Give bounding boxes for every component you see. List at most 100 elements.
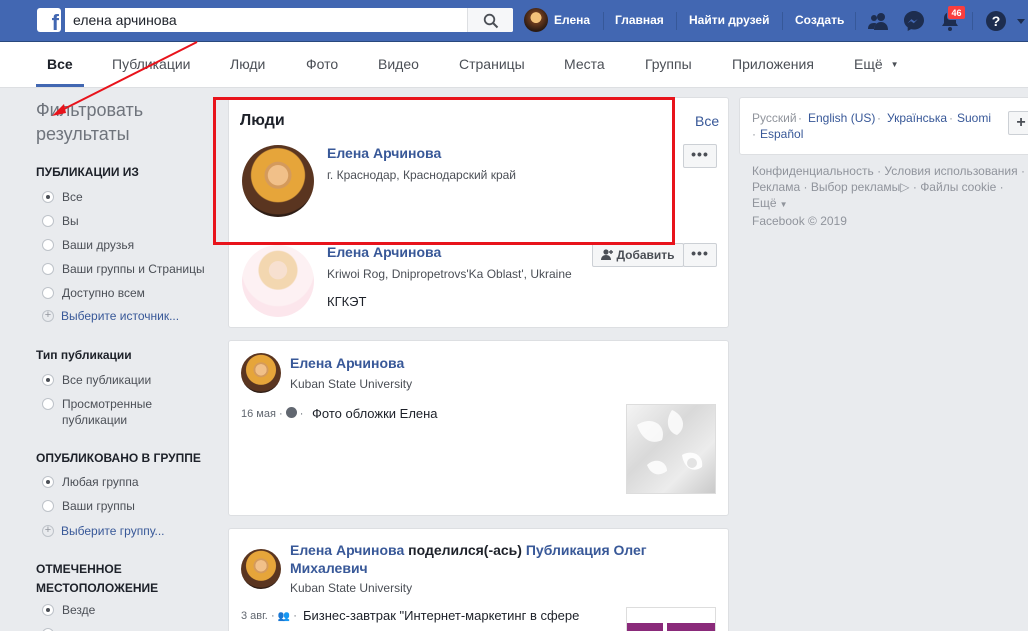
divider (676, 12, 677, 30)
divider (855, 12, 856, 30)
filter-option-label: Ваши друзья (62, 238, 135, 252)
divider (782, 12, 783, 30)
person-workplace: КГКЭТ (327, 294, 367, 309)
author-avatar[interactable] (241, 549, 281, 589)
home-link[interactable]: Главная (615, 0, 664, 42)
tab-photos[interactable]: Фото (306, 42, 338, 88)
thumbnail-purple-block (667, 623, 715, 631)
help-icon[interactable]: ? (984, 9, 1008, 33)
footer-link[interactable]: Условия использования (884, 164, 1017, 178)
active-tab-indicator (36, 84, 84, 87)
separator-dot: · (996, 180, 1004, 194)
author-name-link[interactable]: Елена Арчинова (290, 355, 404, 371)
separator-dot: · (877, 111, 881, 125)
annotation-highlight-frame (213, 97, 675, 245)
radio-icon (42, 239, 54, 251)
notifications-count-badge: 46 (947, 5, 966, 20)
separator-dot: · (299, 408, 304, 420)
friend-requests-icon[interactable] (866, 9, 890, 33)
footer-link[interactable]: Реклама (752, 180, 800, 194)
filter-option-label: Ваши группы (62, 499, 135, 513)
svg-text:?: ? (992, 13, 1001, 29)
tab-people[interactable]: Люди (230, 42, 265, 88)
filters-title: Фильтровать результаты (36, 100, 144, 144)
footer-link[interactable]: Выбор рекламы (811, 180, 900, 194)
post-text: Бизнес-завтрак "Интернет-маркетинг в сфе… (303, 608, 580, 623)
author-subtitle: Kuban State University (290, 377, 413, 391)
post-card: Елена Арчинова Kuban State University 16… (228, 340, 729, 516)
find-friends-link[interactable]: Найти друзей (689, 0, 769, 42)
radio-icon (42, 263, 54, 275)
radio-selected-icon (42, 604, 54, 616)
person-location: Kriwoi Rog, Dnipropetrovs'Ka Oblast', Uk… (327, 267, 572, 281)
posts-from-heading: ПУБЛИКАЦИИ ИЗ (36, 165, 139, 179)
language-link[interactable]: Suomi (957, 111, 991, 125)
separator-dot: · (800, 180, 811, 194)
separator-dot: · (752, 127, 756, 141)
add-language-button[interactable]: + (1008, 111, 1028, 135)
more-options-button[interactable]: ••• (683, 144, 717, 168)
facebook-logo-icon[interactable]: f (37, 8, 61, 32)
tab-more[interactable]: Ещё ▼ (854, 42, 899, 88)
tab-all[interactable]: Все (47, 42, 73, 88)
search-button[interactable] (467, 8, 513, 32)
person-name-link[interactable]: Елена Арчинова (327, 244, 441, 260)
messenger-icon[interactable] (902, 9, 926, 33)
filter-option-label: Вы (62, 214, 79, 228)
separator-dot: · (909, 180, 921, 194)
separator-dot: · (949, 111, 953, 125)
user-avatar[interactable] (524, 8, 548, 32)
separator-dot: · (293, 610, 297, 622)
see-all-people-link[interactable]: Все (695, 113, 719, 129)
tab-groups[interactable]: Группы (645, 42, 692, 88)
caret-down-icon: ▼ (779, 200, 788, 209)
tab-pages[interactable]: Страницы (459, 42, 525, 88)
ad-choices-icon: ▷ (900, 180, 910, 194)
separator-dot: · (279, 408, 286, 420)
plus-circle-icon: + (42, 310, 54, 322)
footer-link[interactable]: Ещё (752, 196, 777, 210)
add-friend-button[interactable]: Добавить (592, 243, 684, 267)
post-card: Елена Арчинова поделился(-ась) Публикаци… (228, 528, 729, 631)
search-box (65, 8, 513, 32)
post-date[interactable]: 3 авг. (241, 610, 268, 622)
thumbnail-purple-block (627, 623, 663, 631)
tab-posts[interactable]: Публикации (112, 42, 190, 88)
footer-row: Ещё ▼ (752, 195, 1028, 213)
more-options-button[interactable]: ••• (683, 243, 717, 267)
author-name-link[interactable]: Елена Арчинова (290, 542, 404, 558)
post-date[interactable]: 16 мая (241, 408, 276, 420)
filter-option-label: Любая группа (62, 475, 139, 489)
create-link[interactable]: Создать (795, 0, 844, 42)
profile-link[interactable]: Елена (554, 0, 590, 42)
post-photo-thumbnail[interactable] (626, 607, 716, 631)
divider (603, 12, 604, 30)
language-link[interactable]: English (US) (808, 111, 875, 125)
post-type-heading: Тип публикации (36, 348, 132, 362)
footer-link[interactable]: Конфиденциальность (752, 164, 874, 178)
post-meta: 16 мая · · (241, 407, 303, 420)
language-link[interactable]: Español (760, 127, 803, 141)
radio-icon (42, 287, 54, 299)
tab-places[interactable]: Места (564, 42, 605, 88)
radio-icon (42, 398, 54, 410)
search-input[interactable] (65, 8, 467, 32)
footer-row: Конфиденциальность · Условия использован… (752, 163, 1028, 179)
paper-flowers-image (637, 410, 703, 475)
language-link[interactable]: Українська (887, 111, 947, 125)
radio-selected-icon (42, 374, 54, 386)
account-menu-arrow-icon[interactable] (1016, 16, 1026, 26)
radio-icon (42, 215, 54, 227)
person-avatar[interactable] (242, 245, 314, 317)
radio-selected-icon (42, 476, 54, 488)
author-avatar[interactable] (241, 353, 281, 393)
author-subtitle: Kuban State University (290, 581, 413, 595)
post-text: Фото обложки Елена (312, 406, 438, 421)
post-meta: 3 авг. · 👥 · (241, 610, 297, 622)
post-photo-thumbnail[interactable] (626, 404, 716, 494)
footer-link[interactable]: Файлы cookie (920, 180, 996, 194)
footer-row: Реклама · Выбор рекламы▷ · Файлы cookie … (752, 179, 1028, 195)
tab-videos[interactable]: Видео (378, 42, 419, 88)
tab-apps[interactable]: Приложения (732, 42, 814, 88)
radio-icon (42, 500, 54, 512)
